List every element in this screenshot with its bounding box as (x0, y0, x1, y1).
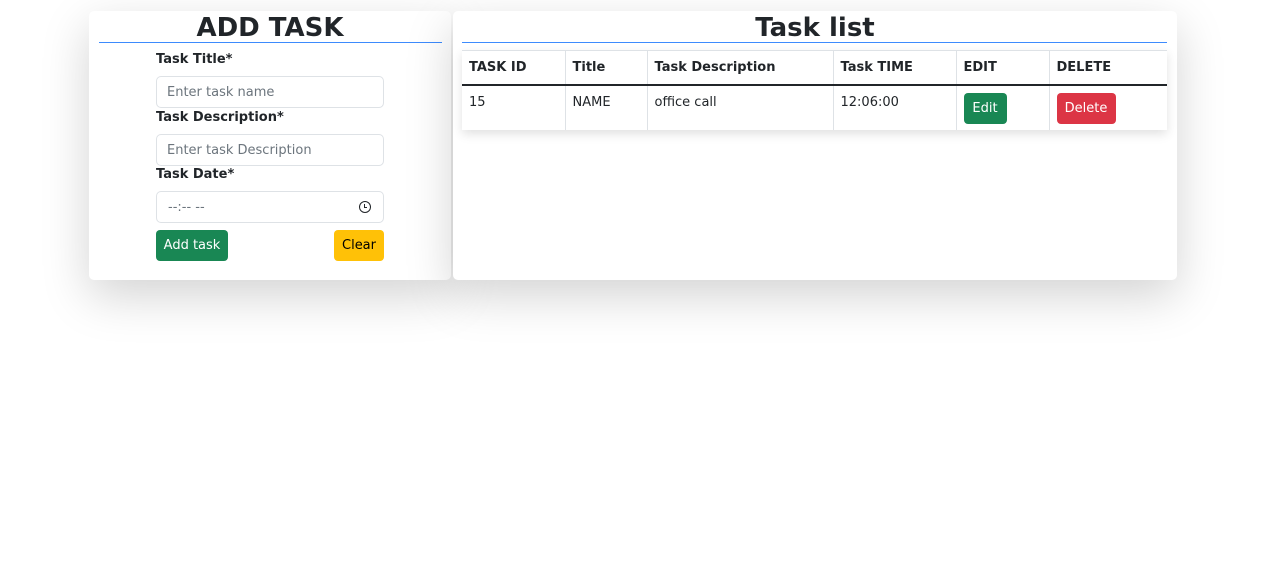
table-header-row: TASK ID Title Task Description Task TIME… (462, 50, 1167, 86)
task-list-divider (462, 42, 1167, 43)
edit-button[interactable]: Edit (963, 93, 1007, 124)
cell-delete: Delete (1049, 85, 1167, 130)
add-task-divider (99, 42, 442, 43)
delete-button[interactable]: Delete (1056, 93, 1116, 124)
task-description-text: office call (654, 95, 717, 110)
cell-edit: Edit (956, 85, 1050, 130)
column-header-title: Title (565, 50, 648, 86)
task-time-value: --:-- -- (168, 199, 205, 215)
column-header-edit: EDIT (956, 50, 1050, 86)
clock-icon[interactable] (359, 201, 371, 213)
cell-time: 12:06:00 (833, 85, 957, 130)
task-time-input[interactable]: --:-- -- (156, 191, 384, 223)
task-description-label: Task Description* (156, 110, 284, 125)
task-title-text: NAME (572, 95, 611, 110)
add-task-card: ADD TASK Task Title* Task Description* T… (89, 11, 451, 280)
task-title-label: Task Title* (156, 52, 233, 67)
cell-title: NAME (565, 85, 648, 130)
task-table: TASK ID Title Task Description Task TIME… (462, 50, 1167, 130)
task-title-input[interactable] (156, 76, 384, 108)
task-date-label: Task Date* (156, 167, 235, 182)
column-header-description: Task Description (647, 50, 834, 86)
table-row: 15 NAME office call 12:06:00 Edit Delete (462, 85, 1167, 130)
column-header-delete: DELETE (1049, 50, 1167, 86)
task-description-input[interactable] (156, 134, 384, 166)
add-task-heading: ADD TASK (196, 13, 344, 43)
task-time-text: 12:06:00 (840, 95, 899, 110)
clear-button[interactable]: Clear (334, 230, 384, 261)
add-task-button[interactable]: Add task (156, 230, 228, 261)
cell-description: office call (647, 85, 834, 130)
column-header-task-id: TASK ID (462, 50, 566, 86)
task-id-text: 15 (469, 95, 486, 110)
task-table-wrapper: TASK ID Title Task Description Task TIME… (462, 50, 1167, 130)
task-list-heading: Task list (755, 13, 875, 43)
task-list-card: Task list TASK ID Title Task Description… (453, 11, 1177, 280)
cell-task-id: 15 (462, 85, 566, 130)
column-header-time: Task TIME (833, 50, 957, 86)
